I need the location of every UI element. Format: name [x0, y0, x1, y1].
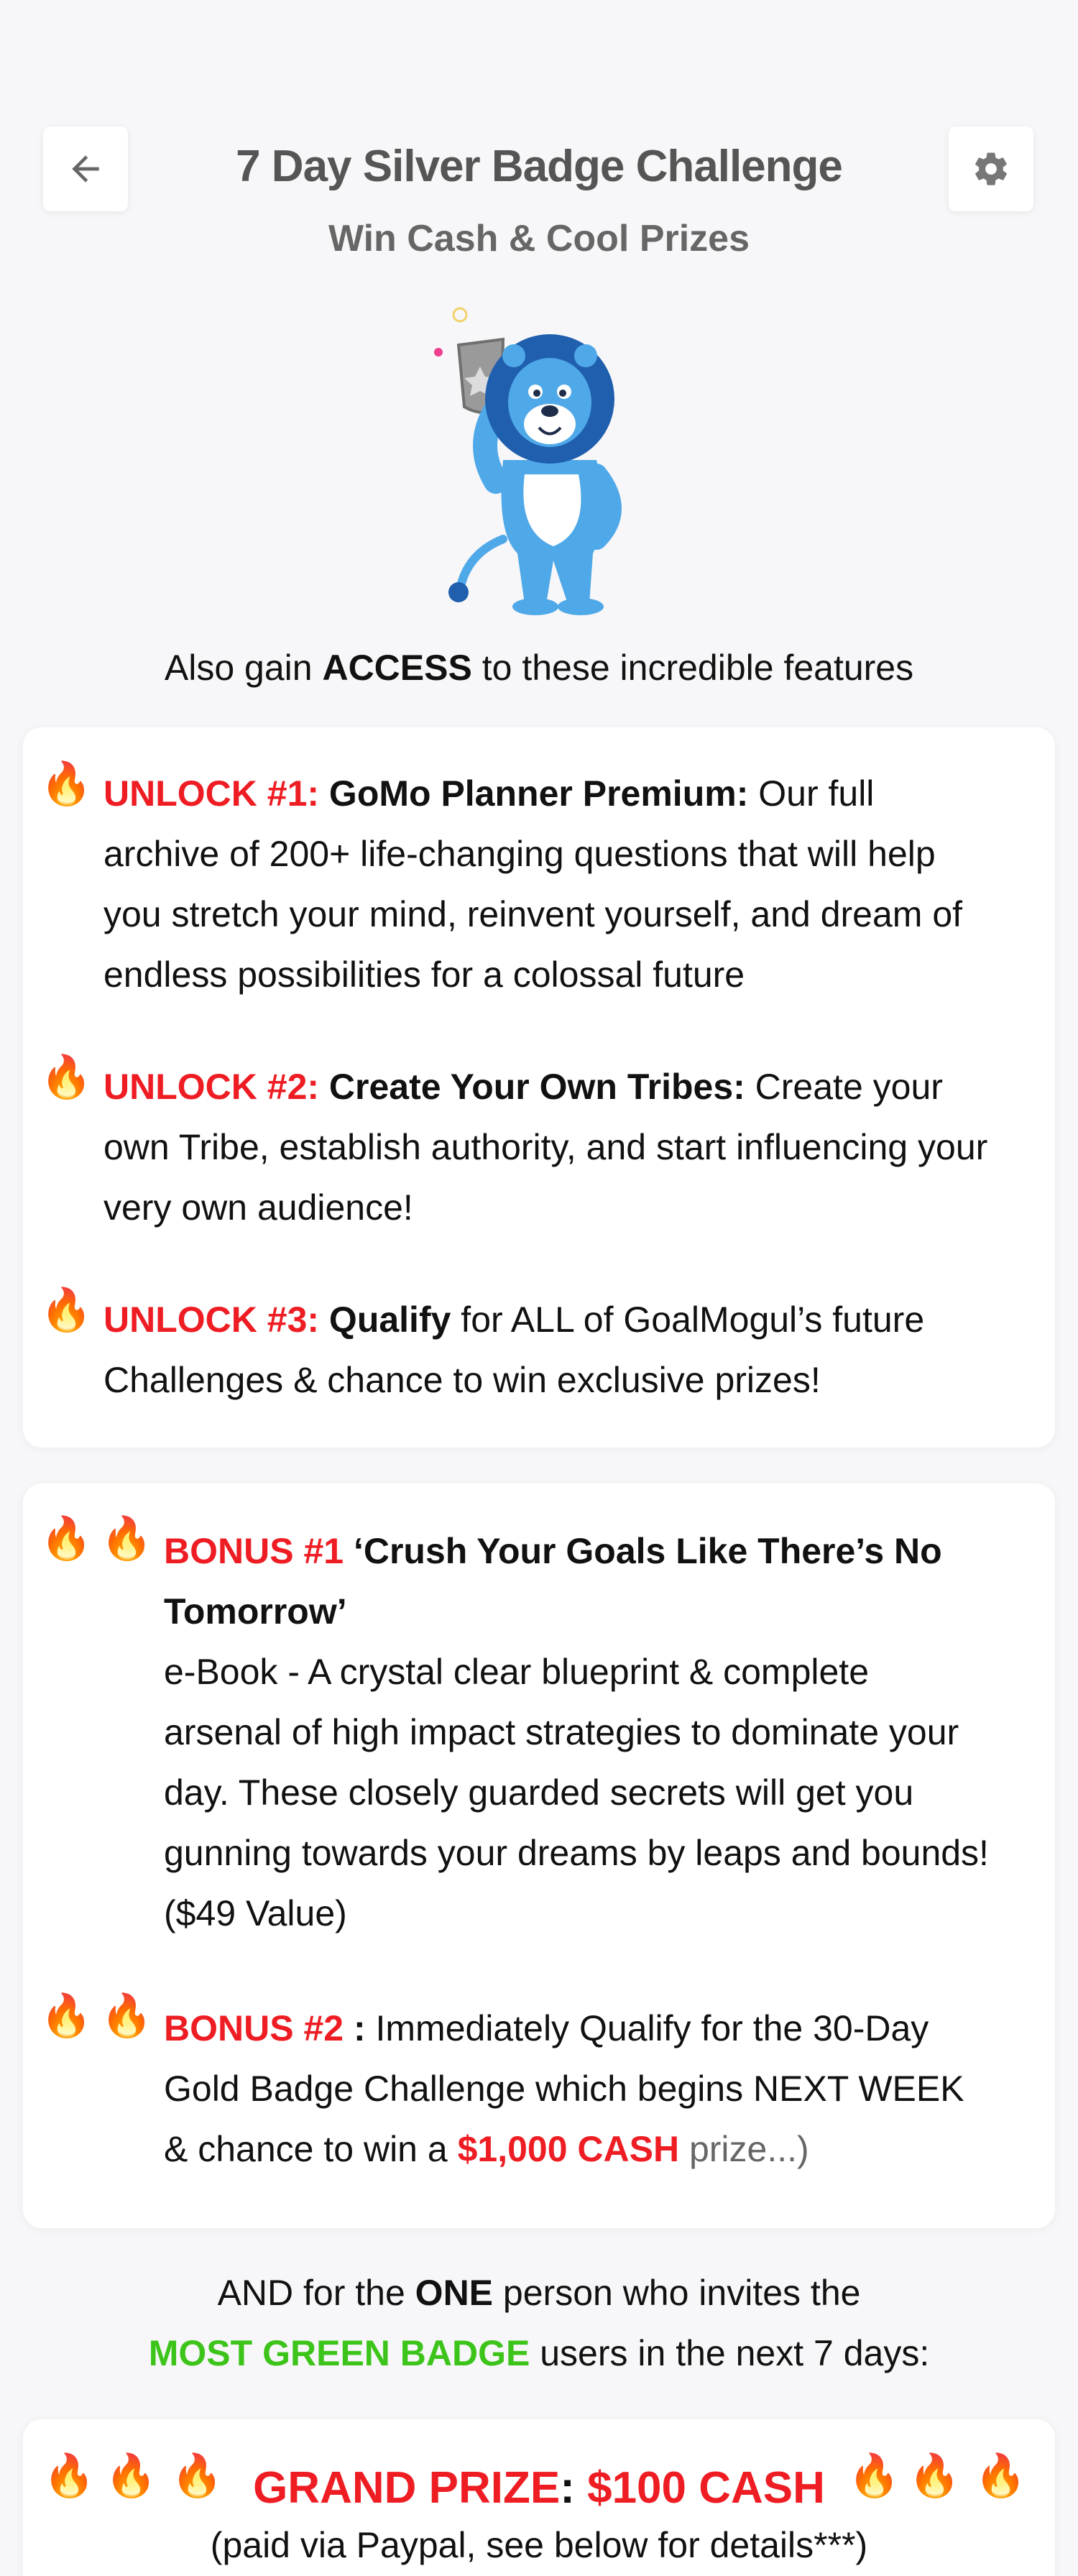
fire-icon: 🔥: [975, 2452, 1027, 2499]
invite-line-1: AND for the ONE person who invites the: [217, 2273, 861, 2313]
fire-icon: 🔥: [908, 2452, 961, 2499]
challenge-page: 7 Day Silver Badge Challenge Win Cash & …: [0, 0, 1078, 2576]
unlock-2: UNLOCK #2: Create Your Own Tribes: Creat…: [103, 1067, 988, 1228]
page-title: 7 Day Silver Badge Challenge: [236, 142, 843, 191]
fire-icon: 🔥: [848, 2452, 900, 2499]
fire-icon: 🔥: [40, 760, 93, 807]
lion-mascot-illustration: [434, 307, 622, 615]
gear-icon: [975, 152, 1007, 185]
unlock-3: UNLOCK #3: Qualify for ALL of GoalMogul’…: [103, 1300, 925, 1400]
invite-line-2: MOST GREEN BADGE users in the next 7 day…: [148, 2333, 930, 2373]
fire-icon: 🔥: [101, 1515, 153, 1562]
fire-icon: 🔥: [40, 1992, 93, 2039]
fire-icon: 🔥: [40, 1054, 93, 1100]
fire-icon: 🔥: [101, 1992, 153, 2039]
settings-button[interactable]: [949, 126, 1033, 211]
fire-icon: 🔥: [40, 1515, 93, 1562]
unlock-1: UNLOCK #1: GoMo Planner Premium: Our ful…: [103, 773, 963, 995]
bonus-2: BONUS #2 : Immediately Qualify for the 3…: [164, 2008, 964, 2169]
fire-icon: 🔥: [40, 1287, 93, 1333]
access-intro: Also gain ACCESS to these incredible fea…: [164, 648, 914, 688]
grand-prize-note: (paid via Paypal, see below for details*…: [210, 2525, 868, 2565]
bonus-1: BONUS #1 ‘Crush Your Goals Like There’s …: [164, 1531, 989, 1933]
page-subtitle: Win Cash & Cool Prizes: [328, 218, 750, 259]
